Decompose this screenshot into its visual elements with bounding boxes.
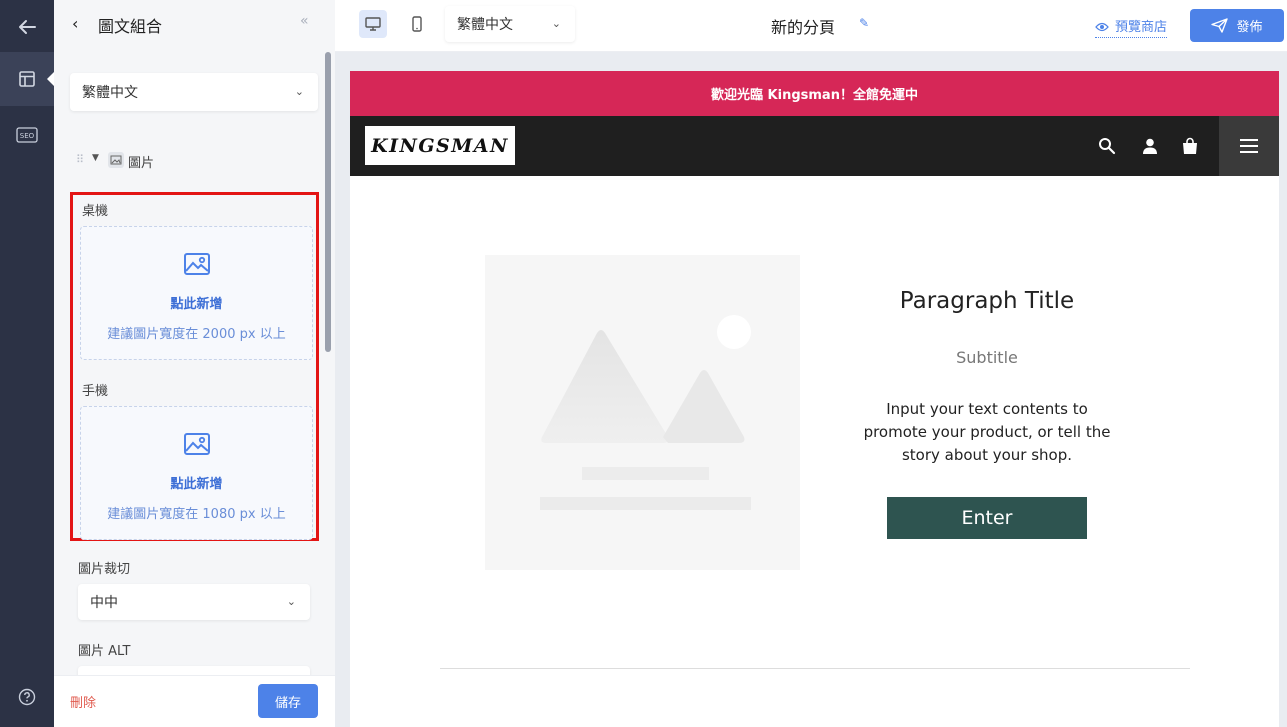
mobile-view-button[interactable] [403,10,431,38]
page-name: 新的分頁 [771,18,836,37]
crop-select[interactable]: 中中 ⌄ [78,584,310,620]
question-icon [18,688,36,706]
seo-label: SEO [20,132,35,140]
settings-panel: ‹ 圖文組合 « 繁體中文 ⌄ ⠿ ▼ 圖片 桌機 點此新增 建議圖片寬度在 2… [54,0,335,727]
rail-item-seo[interactable]: SEO [0,108,54,162]
image-upload-group: 桌機 點此新增 建議圖片寬度在 2000 px 以上 手機 點此新增 建議圖片寬… [70,192,319,541]
mobile-label: 手機 [82,384,109,399]
alt-label: 圖片 ALT [78,644,131,659]
store-account-button[interactable] [1138,134,1162,158]
topbar-language-select[interactable]: 繁體中文 ⌄ [445,6,575,42]
collapse-panel-icon[interactable]: « [300,13,308,29]
caret-down-icon[interactable]: ▼ [92,153,99,163]
announcement-bar[interactable]: 歡迎光臨 Kingsman！全館免運中 [350,71,1279,116]
preview-canvas: 歡迎光臨 Kingsman！全館免運中 KINGSMAN Paragraph T… [335,52,1287,727]
publish-button[interactable]: 發佈 [1190,9,1284,42]
paragraph-body: Input your text contents to promote your… [863,400,1111,464]
store-nav-bar: KINGSMAN [350,116,1279,176]
store-logo[interactable]: KINGSMAN [365,126,515,165]
topbar-language-value: 繁體中文 [457,17,513,33]
edit-pencil-icon[interactable]: ✎ [859,16,869,30]
layout-icon [19,71,35,87]
search-icon [1099,138,1116,155]
desktop-image-upload[interactable]: 點此新增 建議圖片寬度在 2000 px 以上 [80,226,313,360]
image-icon [183,433,210,455]
mobile-add-link[interactable]: 點此新增 [81,473,312,492]
help-button[interactable] [0,670,54,724]
image-placeholder-icon [540,315,751,510]
block-tree-item-image[interactable]: ⠿ ▼ 圖片 [70,150,319,174]
block-label: 圖片 [128,156,155,171]
store-preview: 歡迎光臨 Kingsman！全館免運中 KINGSMAN Paragraph T… [350,71,1279,727]
left-rail: SEO [0,0,54,727]
publish-label: 發佈 [1236,20,1263,35]
preview-store-link[interactable]: 預覽商店 [1095,16,1168,38]
panel-footer: 刪除 儲存 [54,675,335,727]
save-button[interactable]: 儲存 [258,684,318,718]
rail-item-layout[interactable] [0,52,54,106]
store-cart-button[interactable] [1178,134,1202,158]
store-search-button[interactable] [1095,134,1119,158]
paragraph-title: Paragraph Title [899,288,1075,314]
desktop-add-link[interactable]: 點此新增 [81,293,312,312]
desktop-label: 桌機 [82,204,109,219]
crop-label: 圖片裁切 [78,562,131,577]
paragraph-subtitle: Subtitle [956,348,1018,367]
hamburger-menu-icon [1240,139,1258,153]
panel-back-icon[interactable]: ‹ [72,14,78,33]
chevron-down-icon: ⌄ [551,16,561,30]
image-block-icon [108,152,124,168]
panel-title: 圖文組合 [98,17,163,36]
panel-header: ‹ 圖文組合 « [54,0,335,48]
editor-app: SEO ‹ 圖文組合 « 繁體中文 ⌄ ⠿ ▼ 圖片 桌機 點此新增 建議圖片寬… [0,0,1287,727]
drag-handle-icon[interactable]: ⠿ [76,153,84,166]
mobile-icon [412,16,422,32]
top-bar: 繁體中文 ⌄ 新的分頁 ✎ 預覽商店 發佈 [335,0,1287,52]
enter-button[interactable]: Enter [887,497,1087,539]
panel-scrollbar[interactable] [325,52,331,352]
store-menu-button[interactable] [1219,116,1279,176]
send-icon [1211,18,1229,33]
desktop-view-button[interactable] [359,10,387,38]
panel-language-select[interactable]: 繁體中文 ⌄ [70,73,318,111]
eye-icon [1095,22,1109,32]
seo-icon: SEO [16,127,38,143]
desktop-icon [365,17,381,31]
mobile-image-upload[interactable]: 點此新增 建議圖片寬度在 1080 px 以上 [80,406,313,540]
shopping-bag-icon [1183,137,1197,154]
user-icon [1143,138,1157,154]
mobile-hint: 建議圖片寬度在 1080 px 以上 [107,507,286,522]
desktop-hint: 建議圖片寬度在 2000 px 以上 [107,327,286,342]
panel-language-value: 繁體中文 [82,85,138,101]
arrow-left-icon [19,20,36,34]
image-placeholder[interactable] [485,255,800,570]
chevron-down-icon: ⌄ [294,84,304,98]
preview-label: 預覽商店 [1115,20,1168,35]
delete-button[interactable]: 刪除 [70,692,96,711]
image-icon [183,253,210,275]
back-button[interactable] [0,0,54,54]
chevron-down-icon: ⌄ [286,594,296,608]
crop-value: 中中 [90,595,118,611]
section-divider [440,668,1190,669]
